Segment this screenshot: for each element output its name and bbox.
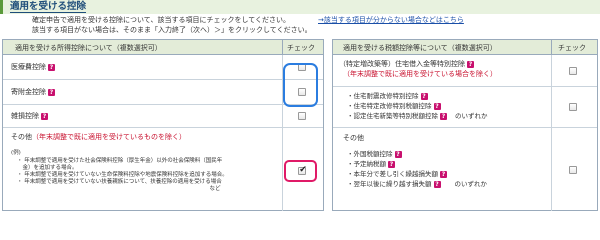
highlight-medical-donation xyxy=(283,63,318,107)
help-icon[interactable]: ? xyxy=(48,63,55,71)
row-housing-loan: （特定増改築等）住宅借入金等特別控除? （年末調整で既に適用を受けている場合を除… xyxy=(333,55,597,87)
renovation-suffix: のいずれか xyxy=(455,112,488,120)
column-header-credit: 適用を受ける税額控除等について（複数選択可） xyxy=(343,44,497,52)
row-other-credit: その他 ・外国税額控除? ・予定納税額? ・本年分で差し引く繰越損失額? ・翌年… xyxy=(333,128,597,211)
instruction-line-2: 該当する項目がない場合は、そのまま「入力終了（次へ）＞」をクリックしてください。 xyxy=(32,26,312,34)
specific-renovation-label: 住宅特定改修特別税額控除 xyxy=(353,102,432,110)
column-header-deduction: 適用を受ける所得控除について（複数選択可） xyxy=(15,44,162,52)
medical-deduction-label: 医療費控除 xyxy=(11,63,46,71)
row-donation: 寄附金控除? xyxy=(3,80,323,105)
certified-housing-label: 認定住宅新築等特別税額控除 xyxy=(353,112,439,120)
section-header: 適用を受ける控除 xyxy=(0,0,600,14)
column-divider xyxy=(551,40,552,54)
example-heading: (例) xyxy=(11,150,21,156)
help-link[interactable]: →該当する項目が分からない場合などはこちら xyxy=(318,16,464,25)
example-line: 金）を追加する場合。 xyxy=(17,165,78,171)
example-line: ・ 年末調整で適用を受けていない扶養親族について、扶養控除の適用を受ける場合 xyxy=(17,179,222,185)
help-icon[interactable]: ? xyxy=(467,60,474,68)
column-header-check: チェック xyxy=(287,44,315,52)
table-header: 適用を受ける税額控除等について（複数選択可） チェック xyxy=(333,40,597,55)
tax-credit-table: 適用を受ける税額控除等について（複数選択可） チェック （特定増改築等）住宅借入… xyxy=(332,39,598,211)
donation-deduction-label: 寄附金控除 xyxy=(11,88,46,96)
other-note: （年末調整で既に適用を受けているものを除く） xyxy=(32,133,186,141)
estimated-tax-label: 予定納税額 xyxy=(353,160,387,168)
instruction-line-1: 確定申告で適用を受ける控除について、該当する項目にチェックをしてください。 xyxy=(32,16,291,24)
row-renovation: ・住宅耐震改修特別控除? ・住宅特定改修特別税額控除? ・認定住宅新築等特別税額… xyxy=(333,87,597,128)
help-icon[interactable]: ? xyxy=(48,88,55,96)
help-icon[interactable]: ? xyxy=(433,180,441,188)
highlight-other xyxy=(284,160,317,182)
help-icon[interactable]: ? xyxy=(420,92,428,100)
row-casualty-loss: 雑損控除? xyxy=(3,105,323,128)
renovation-checkbox[interactable] xyxy=(569,103,577,111)
help-icon[interactable]: ? xyxy=(394,150,402,158)
page-title: 適用を受ける控除 xyxy=(10,1,87,13)
column-header-check: チェック xyxy=(558,44,586,52)
example-line: ・ 年末調整で適用を受けていない生命保険料控除や地震保険料控除を追加する場合。 xyxy=(17,172,228,178)
header-accent-bar xyxy=(0,0,3,14)
help-icon[interactable]: ? xyxy=(388,160,395,168)
other-credit-label: その他 xyxy=(343,134,364,142)
help-icon[interactable]: ? xyxy=(440,112,447,120)
help-icon[interactable]: ? xyxy=(433,102,441,110)
row-medical: 医療費控除? xyxy=(3,55,323,80)
loss-carryforward-next-label: 翌年以後に繰り越す損失額 xyxy=(353,180,432,188)
housing-loan-note: （年末調整で既に適用を受けている場合を除く） xyxy=(343,70,497,78)
row-other: その他（年末調整で既に適用を受けているものを除く） (例) ・ 年末調整で適用を… xyxy=(3,128,323,211)
housing-loan-checkbox[interactable] xyxy=(569,67,577,75)
help-icon[interactable]: ? xyxy=(440,170,447,178)
seismic-retrofit-label: 住宅耐震改修特別控除 xyxy=(353,92,419,100)
casualty-loss-checkbox[interactable] xyxy=(298,112,306,120)
other-credit-suffix: のいずれか xyxy=(454,180,488,188)
foreign-tax-credit-label: 外国税額控除 xyxy=(353,150,393,158)
column-divider xyxy=(282,40,283,54)
table-header: 適用を受ける所得控除について（複数選択可） チェック xyxy=(3,40,323,55)
casualty-loss-deduction-label: 雑損控除 xyxy=(11,112,39,120)
housing-loan-credit-label: （特定増改築等）住宅借入金等特別控除 xyxy=(339,60,465,68)
other-label: その他 xyxy=(11,133,32,141)
income-deduction-table: 適用を受ける所得控除について（複数選択可） チェック 医療費控除? 寄附金控除?… xyxy=(2,39,324,211)
loss-carryforward-current-label: 本年分で差し引く繰越損失額 xyxy=(353,170,439,178)
example-line: ・ 年末調整で適用を受けた社会保険料控除（厚生年金）以外の社会保険料（国民年 xyxy=(17,158,223,164)
help-icon[interactable]: ? xyxy=(41,112,48,120)
other-credit-checkbox[interactable] xyxy=(569,166,577,174)
example-line: など xyxy=(17,186,221,192)
